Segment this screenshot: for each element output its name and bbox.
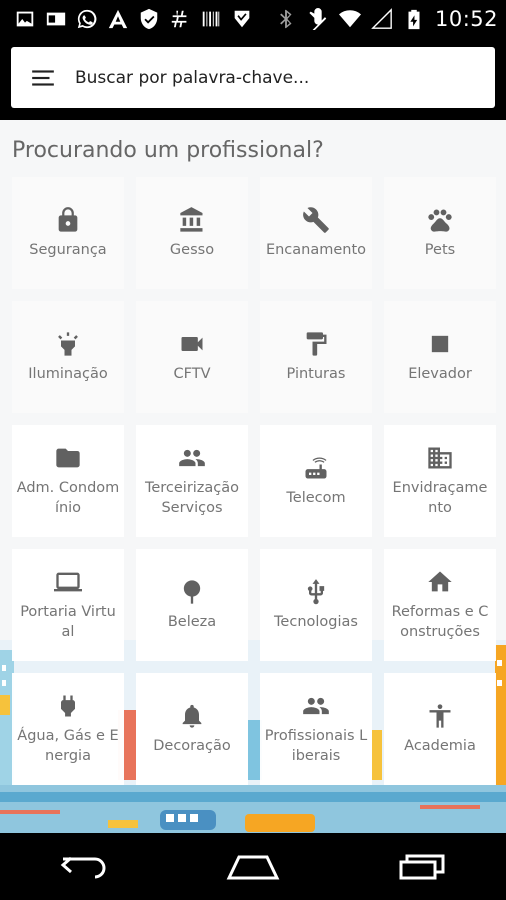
category-decoracao[interactable]: Decoração bbox=[136, 673, 248, 785]
category-label: Iluminação bbox=[28, 366, 108, 382]
category-telecom[interactable]: Telecom bbox=[260, 425, 372, 537]
battery-charging-icon bbox=[403, 8, 425, 30]
category-label: Telecom bbox=[286, 490, 346, 506]
back-icon bbox=[61, 856, 106, 878]
category-label: Gesso bbox=[169, 242, 215, 258]
wifi-icon bbox=[338, 8, 361, 30]
barcode-icon bbox=[200, 8, 222, 30]
category-seguranca[interactable]: Segurança bbox=[12, 177, 124, 289]
folder-icon bbox=[54, 444, 82, 472]
category-iluminacao[interactable]: Iluminação bbox=[12, 301, 124, 413]
menu-icon bbox=[32, 69, 54, 86]
home-button[interactable] bbox=[213, 837, 293, 897]
recents-button[interactable] bbox=[382, 837, 462, 897]
category-tecnologias[interactable]: Tecnologias bbox=[260, 549, 372, 661]
laptop-icon bbox=[54, 568, 82, 596]
category-profissionais-liberais[interactable]: Profissionais Liberais bbox=[260, 673, 372, 785]
category-label: Academia bbox=[404, 738, 476, 754]
check-shield-icon bbox=[231, 8, 253, 30]
clock: 10:52 bbox=[434, 7, 498, 31]
category-agua-gas-energia[interactable]: Água, Gás e Energia bbox=[12, 673, 124, 785]
hash-icon bbox=[169, 8, 191, 30]
category-gesso[interactable]: Gesso bbox=[136, 177, 248, 289]
search-input[interactable] bbox=[75, 67, 475, 88]
whatsapp-icon bbox=[76, 8, 98, 30]
category-cftv[interactable]: CFTV bbox=[136, 301, 248, 413]
category-label: Decoração bbox=[153, 738, 231, 754]
app-a-icon bbox=[107, 8, 129, 30]
signal-icon bbox=[371, 8, 393, 30]
pin-icon bbox=[178, 578, 206, 606]
category-label: Tecnologias bbox=[274, 614, 358, 630]
category-label: Encanamento bbox=[265, 242, 367, 258]
category-elevador[interactable]: Elevador bbox=[384, 301, 496, 413]
paw-icon bbox=[426, 206, 454, 234]
building-icon bbox=[426, 444, 454, 472]
category-beleza[interactable]: Beleza bbox=[136, 549, 248, 661]
category-pets[interactable]: Pets bbox=[384, 177, 496, 289]
usb-icon bbox=[302, 578, 330, 606]
shield-icon bbox=[138, 8, 160, 30]
category-grid: Segurança Gesso Encanamento Pets Ilumina… bbox=[12, 177, 496, 785]
category-label: Envidraçamento bbox=[392, 480, 488, 516]
search-bar bbox=[11, 47, 495, 108]
category-label: Segurança bbox=[29, 242, 107, 258]
category-label: Beleza bbox=[167, 614, 217, 630]
category-label: CFTV bbox=[173, 366, 211, 382]
bell-icon bbox=[178, 702, 206, 730]
people-icon bbox=[178, 444, 206, 472]
category-label: Água, Gás e Energia bbox=[17, 728, 119, 764]
category-label: Pets bbox=[424, 242, 456, 258]
notification-icons bbox=[0, 8, 253, 30]
category-encanamento[interactable]: Encanamento bbox=[260, 177, 372, 289]
app-header bbox=[0, 38, 506, 120]
category-pinturas[interactable]: Pinturas bbox=[260, 301, 372, 413]
category-label: Portaria Virtual bbox=[20, 604, 116, 640]
accessibility-icon bbox=[426, 702, 454, 730]
square-icon bbox=[426, 330, 454, 358]
category-label: Pinturas bbox=[286, 366, 346, 382]
plug-icon bbox=[54, 692, 82, 720]
category-terceirizacao[interactable]: Terceirização Serviços bbox=[136, 425, 248, 537]
id-card-icon bbox=[45, 8, 67, 30]
image-icon bbox=[14, 8, 36, 30]
category-academia[interactable]: Academia bbox=[384, 673, 496, 785]
light-icon bbox=[54, 330, 82, 358]
status-bar: 10:52 bbox=[0, 0, 506, 38]
category-envidracamento[interactable]: Envidraçamento bbox=[384, 425, 496, 537]
back-button[interactable] bbox=[44, 837, 124, 897]
videocam-icon bbox=[178, 330, 206, 358]
home-icon bbox=[426, 568, 454, 596]
category-adm-condominio[interactable]: Adm. Condomínio bbox=[12, 425, 124, 537]
navigation-bar bbox=[0, 833, 506, 900]
paint-roller-icon bbox=[302, 330, 330, 358]
category-label: Adm. Condomínio bbox=[16, 480, 120, 516]
recents-icon bbox=[399, 854, 445, 879]
category-label: Terceirização Serviços bbox=[144, 480, 240, 516]
router-icon bbox=[302, 454, 330, 482]
bank-icon bbox=[178, 206, 206, 234]
mute-icon bbox=[307, 8, 329, 30]
category-reformas[interactable]: Reformas e Construções bbox=[384, 549, 496, 661]
lock-icon bbox=[54, 206, 82, 234]
system-icons: 10:52 bbox=[275, 0, 498, 38]
page-title: Procurando um profissional? bbox=[12, 138, 324, 163]
category-label: Reformas e Construções bbox=[391, 604, 489, 640]
category-label: Elevador bbox=[408, 366, 472, 382]
wrench-icon bbox=[302, 206, 330, 234]
menu-button[interactable] bbox=[11, 47, 75, 108]
category-label: Profissionais Liberais bbox=[264, 728, 368, 764]
home-nav-icon bbox=[226, 855, 280, 879]
category-portaria-virtual[interactable]: Portaria Virtual bbox=[12, 549, 124, 661]
people-icon bbox=[302, 692, 330, 720]
bluetooth-icon bbox=[275, 8, 297, 30]
main-content: Procurando um profissional? Segurança Ge… bbox=[0, 120, 506, 833]
